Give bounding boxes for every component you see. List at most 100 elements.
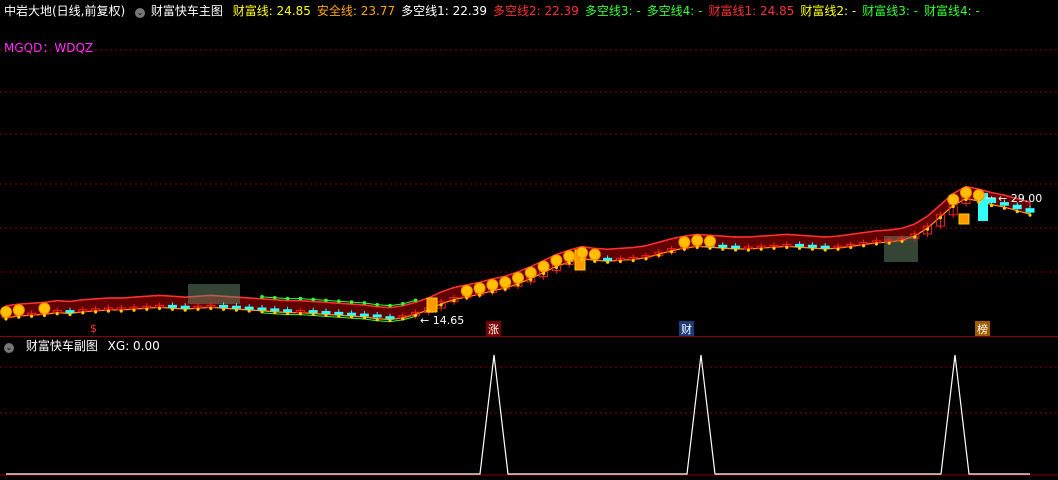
safety-dot xyxy=(68,312,72,317)
candle-body xyxy=(372,314,382,318)
candle-body xyxy=(731,245,741,249)
sub-chart[interactable] xyxy=(0,337,1058,480)
candle-body xyxy=(1012,204,1022,210)
main-chart[interactable]: ← 29.00 ← 14.65 xyxy=(0,0,1058,336)
gold-coin-icon xyxy=(947,193,960,206)
safety-dot xyxy=(490,290,494,294)
bull-bear-dot xyxy=(362,301,367,305)
signal-label-2: 涨 xyxy=(486,321,501,337)
safety-dot xyxy=(503,287,507,291)
gold-candle xyxy=(958,213,970,225)
high-price-label: ← 29.00 xyxy=(998,192,1042,205)
candle-body xyxy=(321,310,331,314)
safety-dot xyxy=(222,307,226,311)
safety-dot xyxy=(170,307,174,311)
safety-dot xyxy=(670,250,674,254)
safety-dot xyxy=(196,307,200,311)
safety-dot xyxy=(657,253,661,257)
candle-body xyxy=(270,308,280,312)
safety-dot xyxy=(721,247,725,251)
gold-coin-icon xyxy=(512,271,524,284)
gold-coin-icon xyxy=(499,276,512,289)
safety-dot xyxy=(452,298,456,303)
safety-dot xyxy=(516,283,520,287)
safety-dot xyxy=(273,311,277,315)
gold-coin-icon xyxy=(537,260,550,273)
candle-body xyxy=(359,313,369,317)
bull-bear-dot xyxy=(413,298,418,303)
safety-dot xyxy=(94,310,98,314)
xg-signal-line xyxy=(6,354,1030,475)
gold-coin-icon xyxy=(460,284,473,297)
safety-dot xyxy=(145,307,149,311)
candle-body xyxy=(820,245,830,249)
gold-coin-icon xyxy=(588,248,601,261)
candle-body xyxy=(180,305,190,309)
bull-bear-dot xyxy=(285,296,290,301)
gold-coin-icon xyxy=(678,236,691,249)
gold-coin-icon xyxy=(563,250,576,263)
safety-dot xyxy=(426,309,430,313)
safety-dot xyxy=(234,308,238,312)
gold-coin-icon xyxy=(972,189,985,202)
candle-body xyxy=(1025,208,1035,213)
safety-dot xyxy=(375,318,379,322)
candle-body xyxy=(283,309,293,313)
safety-dot xyxy=(388,318,392,323)
candle-body xyxy=(718,244,728,248)
safety-dot xyxy=(362,316,366,320)
gold-coin-icon xyxy=(524,266,537,279)
safety-dot xyxy=(1015,210,1019,214)
safety-dot xyxy=(580,257,584,262)
safety-dot xyxy=(1028,213,1032,217)
safety-dot xyxy=(478,293,482,297)
safety-dot xyxy=(209,306,213,310)
safety-dot xyxy=(311,312,315,317)
safety-dot xyxy=(708,246,712,250)
candle-body xyxy=(244,306,254,310)
candle-body xyxy=(807,244,817,248)
bull-bear-dot xyxy=(324,298,328,303)
safety-dot xyxy=(734,248,738,252)
safety-dot xyxy=(106,309,110,313)
gold-coin-icon xyxy=(12,304,25,317)
safety-dot xyxy=(158,306,162,310)
safety-dot xyxy=(695,245,699,249)
safety-dot xyxy=(1002,206,1007,210)
bull-bear-dot xyxy=(311,297,316,302)
safety-dot xyxy=(247,309,251,313)
gold-coin-icon xyxy=(576,246,588,259)
candle-body xyxy=(167,304,177,308)
bull-bear-dot xyxy=(298,296,303,301)
gold-coin-icon xyxy=(473,282,486,295)
signal-label-1: $ xyxy=(90,322,97,335)
safety-dot xyxy=(567,261,571,265)
safety-dot xyxy=(862,244,866,248)
safety-dot xyxy=(183,308,187,312)
candle-body xyxy=(219,304,229,308)
safety-dot xyxy=(55,311,59,316)
safety-dot xyxy=(938,216,943,220)
safety-dot xyxy=(350,315,354,319)
safety-dot xyxy=(30,314,34,318)
candle-body xyxy=(603,257,613,261)
safety-dot xyxy=(119,309,123,313)
safety-dot xyxy=(644,257,648,261)
safety-dot xyxy=(631,258,635,263)
safety-dot xyxy=(836,247,840,251)
safety-dot xyxy=(874,242,879,246)
candle-body xyxy=(795,243,805,247)
gold-coin-icon xyxy=(960,186,972,199)
safety-dot xyxy=(529,278,533,282)
safety-dot xyxy=(17,315,21,319)
safety-dot xyxy=(401,317,405,321)
safety-dot xyxy=(554,265,559,270)
safety-dot xyxy=(990,203,994,208)
safety-dot xyxy=(849,245,853,249)
candle-body xyxy=(987,198,997,204)
safety-dot xyxy=(823,248,827,252)
safety-dot xyxy=(810,247,815,251)
safety-dot xyxy=(913,235,917,239)
wealth-band xyxy=(5,185,1031,321)
signal-label-3: 财 xyxy=(679,321,694,337)
